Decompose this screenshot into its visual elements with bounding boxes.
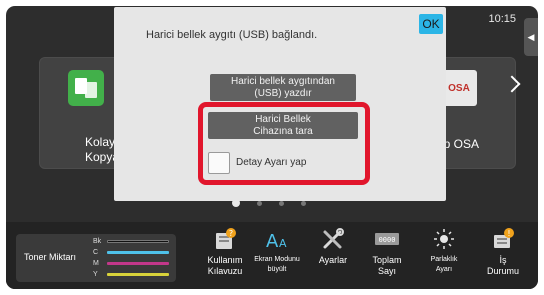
display-mode-label-1: Ekran Modunu	[254, 256, 300, 263]
copy-icon	[68, 70, 104, 106]
job-status-label-1: İş	[499, 255, 507, 265]
page-dot[interactable]	[257, 200, 262, 206]
manual-button[interactable]: ? Kullanım Kılavuzu	[200, 226, 250, 286]
tools-icon	[320, 226, 346, 252]
sharp-osa-icon: OSA	[441, 70, 477, 106]
dialog-message: Harici bellek aygıtı (USB) bağlandı.	[146, 29, 318, 41]
ok-button[interactable]: OK	[419, 14, 443, 34]
print-from-usb-button[interactable]: Harici bellek aygıtından (USB) yazdır	[210, 74, 356, 101]
toner-bar-black	[107, 239, 169, 243]
manual-label-1: Kullanım	[207, 255, 243, 265]
toner-bar-cyan	[107, 250, 169, 254]
brightness-button[interactable]: Parlaklık Ayarı	[419, 226, 469, 286]
side-panel-tab[interactable]: ◀	[524, 18, 538, 56]
settings-label: Ayarlar	[318, 255, 348, 265]
toner-channel-label: Bk	[93, 237, 102, 245]
manual-label-2: Kılavuzu	[207, 266, 243, 276]
display-mode-button[interactable]: A A Ekran Modunu büyült	[252, 226, 302, 286]
scan-to-usb-label-1: Harici Bellek	[255, 113, 311, 125]
toner-row-magenta: M	[93, 258, 169, 268]
page-dot[interactable]	[279, 200, 284, 206]
toner-bar-yellow	[107, 272, 169, 276]
svg-text:?: ?	[229, 229, 233, 238]
page-dot[interactable]	[301, 200, 306, 206]
clock: 10:15	[488, 13, 516, 25]
settings-button[interactable]: Ayarlar	[308, 226, 358, 286]
svg-text:0000: 0000	[379, 236, 396, 244]
usb-connected-dialog: Harici bellek aygıtı (USB) bağlandı. OK …	[114, 7, 446, 201]
svg-text:!: !	[507, 229, 510, 238]
brightness-label-1: Parlaklık	[430, 256, 458, 263]
toner-label: Toner Miktarı	[24, 252, 77, 262]
toner-channel-label: Y	[93, 270, 98, 278]
total-count-label-2: Sayı	[377, 266, 396, 276]
brightness-label-2: Ayarı	[435, 266, 453, 273]
svg-text:A: A	[266, 231, 279, 251]
toner-level-panel[interactable]: Toner Miktarı Bk C M Y	[16, 234, 176, 282]
job-status-button[interactable]: ! İş Durumu	[478, 226, 528, 286]
toner-channel-label: M	[93, 259, 99, 267]
display-mode-label-2: büyült	[267, 266, 287, 273]
toner-channel-label: C	[93, 248, 99, 256]
total-count-label-1: Toplam	[372, 255, 402, 265]
total-count-button[interactable]: 0000 Toplam Sayı	[362, 226, 412, 286]
job-status-label-2: Durumu	[486, 266, 519, 276]
scan-to-usb-label-2: Cihazına tara	[253, 125, 313, 137]
toner-row-black: Bk	[93, 236, 169, 246]
toner-row-yellow: Y	[93, 269, 169, 279]
scan-to-usb-button[interactable]: Harici Bellek Cihazına tara	[208, 112, 358, 139]
device-screen: 10:15 ◀ Kolay Kopya OSA arp OSA Toner Mi…	[6, 6, 538, 289]
font-size-icon: A A	[264, 226, 290, 252]
print-from-usb-label-1: Harici bellek aygıtından	[231, 75, 335, 87]
detail-settings-checkbox[interactable]	[208, 152, 230, 174]
toner-row-cyan: C	[93, 247, 169, 257]
svg-text:A: A	[279, 237, 287, 250]
bottom-bar: Toner Miktarı Bk C M Y ? Kullanım Kılavu…	[6, 222, 538, 289]
job-status-icon: !	[490, 226, 516, 252]
manual-icon: ?	[212, 226, 238, 252]
print-from-usb-label-2: (USB) yazdır	[254, 87, 312, 99]
counter-icon: 0000	[374, 226, 400, 252]
chevron-left-icon: ◀	[527, 31, 535, 42]
brightness-icon	[431, 226, 457, 252]
toner-bar-magenta	[107, 261, 169, 265]
detail-settings-label[interactable]: Detay Ayarı yap	[236, 157, 306, 168]
